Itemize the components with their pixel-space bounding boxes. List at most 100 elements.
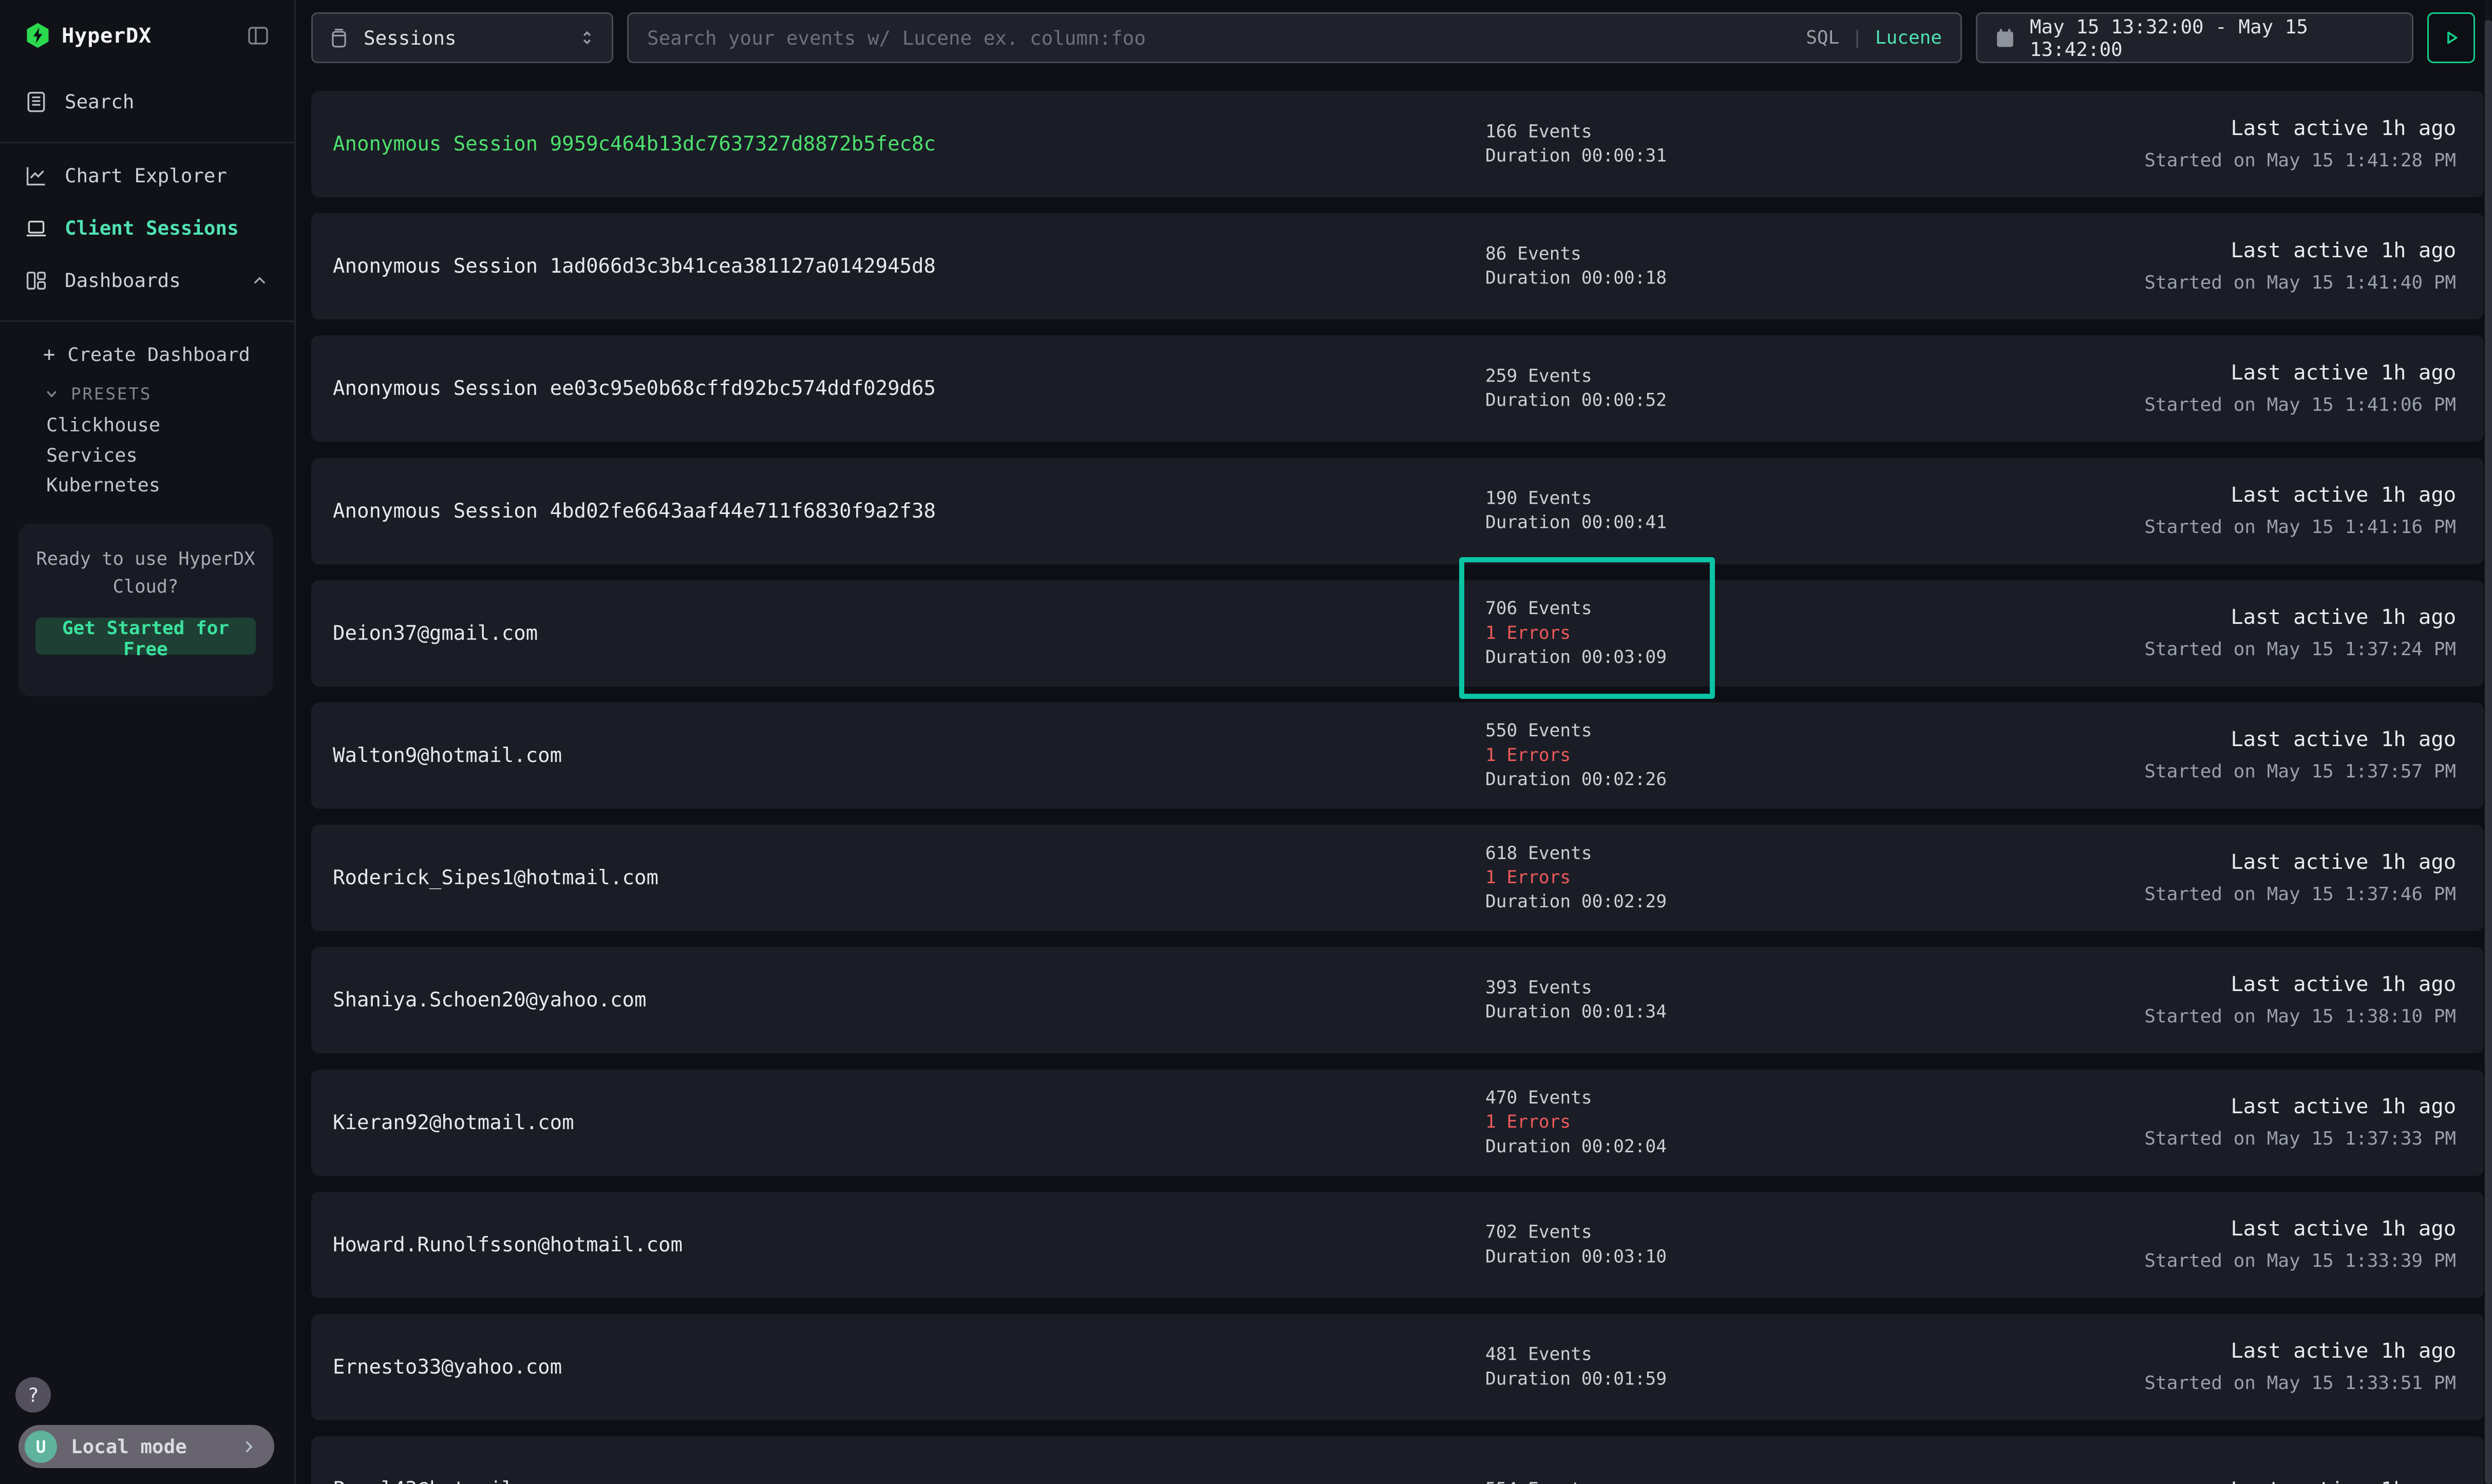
laptop-icon bbox=[25, 217, 48, 240]
scrollbar-track[interactable] bbox=[2485, 0, 2492, 1484]
session-errors: 1 Errors bbox=[1485, 866, 1667, 890]
session-row[interactable]: Deion37@gmail.com706 Events1 ErrorsDurat… bbox=[311, 580, 2484, 687]
session-last-active: Last active 1h ago bbox=[2144, 237, 2456, 263]
session-events: 190 Events bbox=[1485, 487, 1667, 511]
cloud-promo-card: Ready to use HyperDX Cloud? Get Started … bbox=[18, 524, 273, 696]
session-row[interactable]: Anonymous Session 9959c464b13dc7637327d8… bbox=[311, 91, 2484, 197]
main-content: Sessions SQL | Lucene bbox=[296, 0, 2492, 1484]
session-title: Howard.Runolfsson@hotmail.com bbox=[333, 1192, 683, 1298]
source-select[interactable]: Sessions bbox=[311, 12, 613, 63]
lucene-mode-toggle[interactable]: Lucene bbox=[1875, 27, 1942, 48]
session-duration: Duration 00:00:52 bbox=[1485, 389, 1667, 413]
sidebar-preset-services[interactable]: Services bbox=[0, 440, 294, 470]
session-title: Kieran92@hotmail.com bbox=[333, 1070, 574, 1176]
time-range-picker[interactable]: May 15 13:32:00 - May 15 13:42:00 bbox=[1976, 12, 2413, 63]
dashboards-grid-icon bbox=[25, 269, 48, 292]
session-last-active: Last active 1h ago bbox=[2144, 1215, 2456, 1242]
sidebar: HyperDX Search bbox=[0, 0, 296, 1484]
session-row[interactable]: Kieran92@hotmail.com 470 Events1 ErrorsDu… bbox=[311, 1070, 2484, 1176]
session-times: Last active 1h ago Started on May 15 1:41… bbox=[2144, 237, 2456, 296]
session-times: Last active 1h agoStarted on May 15 1:33… bbox=[2144, 1215, 2456, 1274]
session-duration: Duration 00:03:09 bbox=[1485, 645, 1667, 670]
session-times: Last active 1h agoStarted on May 15 1:41… bbox=[2144, 482, 2456, 540]
session-started: Started on May 15 1:37:46 PM bbox=[2144, 881, 2456, 907]
create-dashboard-button[interactable]: + Create Dashboard bbox=[0, 331, 294, 377]
help-button[interactable]: ? bbox=[15, 1377, 51, 1413]
source-select-value: Sessions bbox=[364, 27, 457, 49]
select-updown-icon bbox=[578, 26, 596, 49]
sidebar-item-client-sessions[interactable]: Client Sessions bbox=[0, 202, 294, 254]
session-started: Started on May 15 1:38:10 PM bbox=[2144, 1003, 2456, 1030]
session-events: 166 Events bbox=[1485, 120, 1667, 144]
session-errors: 1 Errors bbox=[1485, 744, 1667, 768]
session-last-active: Last active 1h ago bbox=[2144, 1093, 2456, 1119]
plus-icon: + bbox=[43, 343, 55, 366]
session-started: Started on May 15 1:33:51 PM bbox=[2144, 1370, 2456, 1396]
session-times: Last active 1h ago bbox=[2231, 1476, 2456, 1484]
session-row[interactable]: Walton9@hotmail.com550 Events1 ErrorsDur… bbox=[311, 702, 2484, 809]
time-range-value: May 15 13:32:00 - May 15 13:42:00 bbox=[2030, 15, 2395, 61]
session-events: 393 Events bbox=[1485, 976, 1667, 1000]
session-started: Started on May 15 1:41:28 PM bbox=[2144, 147, 2456, 174]
session-events: 259 Events bbox=[1485, 364, 1667, 388]
session-row[interactable]: Shaniya.Schoen20@yahoo.com393 EventsDura… bbox=[311, 947, 2484, 1053]
session-stats: 190 EventsDuration 00:00:41 bbox=[1485, 487, 1667, 536]
session-stats: 702 EventsDuration 00:03:10 bbox=[1485, 1221, 1667, 1269]
session-stats: 706 Events1 ErrorsDuration 00:03:09 bbox=[1485, 597, 1667, 670]
mode-divider: | bbox=[1852, 27, 1863, 48]
presets-toggle[interactable]: PRESETS bbox=[0, 377, 294, 410]
sql-mode-toggle[interactable]: SQL bbox=[1806, 27, 1839, 48]
session-last-active: Last active 1h ago bbox=[2144, 604, 2456, 630]
database-icon bbox=[328, 27, 350, 49]
run-query-button[interactable] bbox=[2427, 12, 2475, 63]
session-row[interactable]: Roderick_Sipes1@hotmail.com618 Events1 E… bbox=[311, 825, 2484, 931]
search-bar: SQL | Lucene bbox=[627, 12, 1962, 63]
session-stats: 393 EventsDuration 00:01:34 bbox=[1485, 976, 1667, 1024]
cloud-promo-text: Ready to use HyperDX bbox=[18, 545, 273, 573]
session-row[interactable]: Anonymous Session 4bd02fe6643aaf44e711f6… bbox=[311, 458, 2484, 564]
session-row[interactable]: Pearl43@hotmail.com554 EventsLast active… bbox=[311, 1436, 2484, 1484]
session-errors: 1 Errors bbox=[1485, 1110, 1667, 1134]
local-mode-button[interactable]: U Local mode bbox=[18, 1425, 274, 1468]
session-row[interactable]: Howard.Runolfsson@hotmail.com 702 EventsD… bbox=[311, 1192, 2484, 1298]
sidebar-collapse-icon[interactable] bbox=[247, 24, 270, 47]
session-last-active: Last active 1h ago bbox=[2144, 482, 2456, 508]
sidebar-preset-kubernetes[interactable]: Kubernetes bbox=[0, 470, 294, 501]
chart-icon bbox=[25, 164, 48, 187]
sidebar-item-dashboards[interactable]: Dashboards bbox=[0, 254, 294, 307]
session-duration: Duration 00:01:34 bbox=[1485, 1000, 1667, 1024]
session-stats: 550 Events1 ErrorsDuration 00:02:26 bbox=[1485, 719, 1667, 792]
session-times: Last active 1h ago Started on May 15 1:37… bbox=[2144, 604, 2456, 662]
session-row[interactable]: Anonymous Session 1ad066d3c3b41cea381127… bbox=[311, 213, 2484, 319]
session-stats: 470 Events1 ErrorsDuration 00:02:04 bbox=[1485, 1086, 1667, 1159]
sidebar-item-label: Dashboards bbox=[65, 269, 181, 292]
session-title: Anonymous Session 4bd02fe6643aaf44e711f6… bbox=[333, 458, 936, 564]
chevron-right-icon bbox=[239, 1437, 259, 1457]
session-stats: 554 Events bbox=[1485, 1477, 1592, 1484]
session-list: Anonymous Session 9959c464b13dc7637327d8… bbox=[311, 91, 2484, 1484]
session-last-active: Last active 1h ago bbox=[2144, 359, 2456, 386]
sidebar-item-label: Client Sessions bbox=[65, 217, 239, 239]
search-input[interactable] bbox=[647, 27, 1794, 49]
session-started: Started on May 15 1:41:40 PM bbox=[2144, 270, 2456, 296]
get-started-button[interactable]: Get Started for Free bbox=[35, 618, 256, 655]
session-events: 554 Events bbox=[1485, 1477, 1592, 1484]
session-events: 86 Events bbox=[1485, 242, 1667, 266]
sidebar-item-chart-explorer[interactable]: Chart Explorer bbox=[0, 149, 294, 202]
session-duration: Duration 00:02:04 bbox=[1485, 1135, 1667, 1159]
session-duration: Duration 00:00:18 bbox=[1485, 267, 1667, 291]
session-last-active: Last active 1h ago bbox=[2144, 115, 2456, 141]
session-duration: Duration 00:03:10 bbox=[1485, 1245, 1667, 1269]
sidebar-item-search[interactable]: Search bbox=[0, 75, 294, 128]
session-row[interactable]: Anonymous Session ee03c95e0b68cffd92bc57… bbox=[311, 335, 2484, 442]
session-last-active: Last active 1h ago bbox=[2144, 971, 2456, 997]
play-icon bbox=[2440, 26, 2463, 49]
sidebar-preset-clickhouse[interactable]: Clickhouse bbox=[0, 410, 294, 440]
cloud-promo-text: Cloud? bbox=[18, 573, 273, 601]
session-times: Last active 1h agoStarted on May 15 1:33… bbox=[2144, 1338, 2456, 1396]
session-started: Started on May 15 1:37:24 PM bbox=[2144, 636, 2456, 662]
scrollbar-thumb[interactable] bbox=[2485, 20, 2492, 1484]
session-row[interactable]: Ernesto33@yahoo.com481 EventsDuration 00… bbox=[311, 1314, 2484, 1420]
session-last-active: Last active 1h ago bbox=[2144, 849, 2456, 875]
chevron-up-icon[interactable] bbox=[250, 271, 270, 291]
